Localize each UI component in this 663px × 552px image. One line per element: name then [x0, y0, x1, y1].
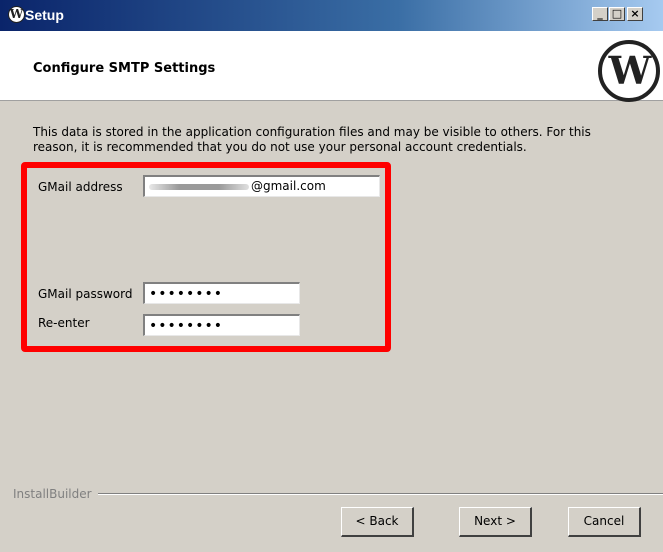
wordpress-icon: W	[8, 6, 25, 23]
title-bar: W Setup _ □ ×	[0, 0, 663, 31]
back-button[interactable]: < Back	[341, 507, 414, 537]
cancel-button[interactable]: Cancel	[568, 507, 641, 537]
page-header: Configure SMTP Settings W	[0, 31, 663, 102]
wordpress-logo: W	[598, 40, 660, 102]
description-text: This data is stored in the application c…	[33, 125, 591, 154]
window-title: Setup	[25, 7, 64, 23]
minimize-button[interactable]: _	[592, 7, 608, 21]
wordpress-logo-glyph: W	[608, 48, 652, 93]
next-button[interactable]: Next >	[459, 507, 532, 537]
maximize-button[interactable]: □	[609, 7, 625, 21]
highlight-box	[21, 162, 391, 352]
close-button[interactable]: ×	[627, 7, 643, 21]
page-title: Configure SMTP Settings	[33, 61, 216, 76]
footer-divider	[98, 493, 663, 495]
installbuilder-brand: InstallBuilder	[13, 487, 92, 501]
